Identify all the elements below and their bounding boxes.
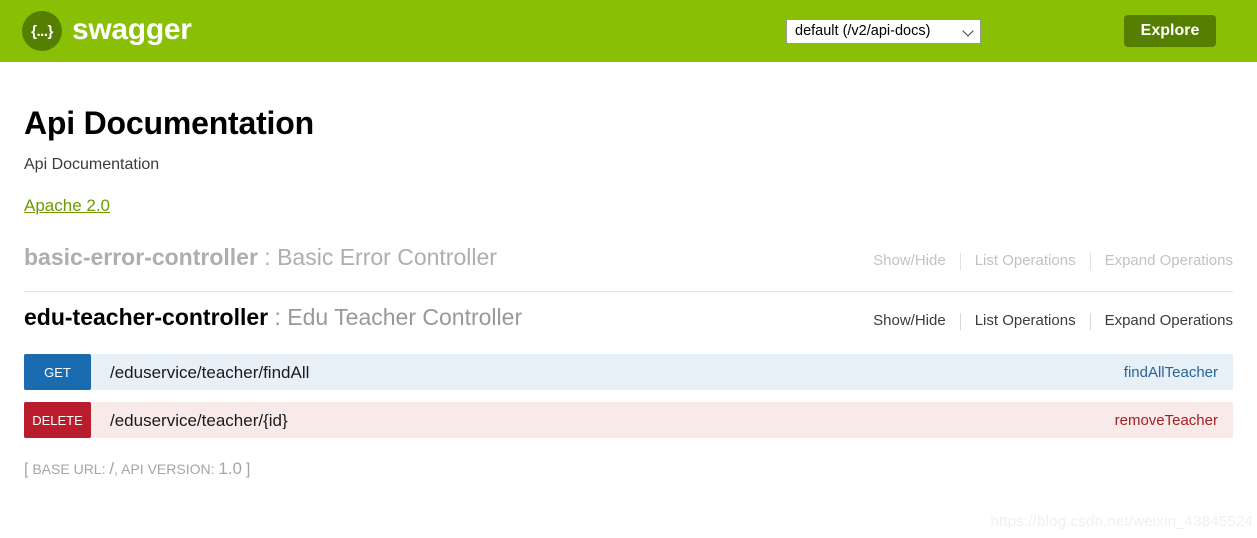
page-title: Api Documentation [24,105,314,141]
endpoint-list: GET /eduservice/teacher/findAll findAllT… [24,354,1233,439]
endpoint-path: /eduservice/teacher/findAll [110,363,310,381]
resource-edu-teacher-controller: edu-teacher-controller : Edu Teacher Con… [0,306,1257,439]
chevron-down-icon [963,26,974,37]
resource-header: edu-teacher-controller : Edu Teacher Con… [0,306,1257,346]
resource-description: Basic Error Controller [277,244,497,271]
main-content: Api Documentation Api Documentation Apac… [0,62,1257,478]
resource-name-link[interactable]: basic-error-controller [24,244,258,270]
resource-list: basic-error-controller : Basic Error Con… [0,246,1257,439]
resource-actions: Show/Hide List Operations Expand Operati… [859,252,1233,271]
resource-title: edu-teacher-controller : Edu Teacher Con… [24,306,522,329]
api-spec-select-value: default (/v2/api-docs) [795,24,931,39]
endpoint-row-get-findall[interactable]: GET /eduservice/teacher/findAll findAllT… [24,354,1233,391]
resource-header: basic-error-controller : Basic Error Con… [0,246,1257,286]
endpoint-nickname[interactable]: findAllTeacher [1124,365,1233,380]
expand-operations-link[interactable]: Expand Operations [1091,252,1233,271]
resource-name-link[interactable]: edu-teacher-controller [24,304,268,330]
resource-basic-error-controller: basic-error-controller : Basic Error Con… [0,246,1257,293]
base-url-label: BASE URL: [32,461,106,478]
resource-description: Edu Teacher Controller [287,304,523,331]
endpoint-nickname[interactable]: removeTeacher [1115,413,1233,428]
app-header: {...} swagger default (/v2/api-docs) Exp… [0,0,1257,62]
resource-divider [24,291,1233,293]
swagger-logo[interactable]: {...} swagger [22,11,192,51]
endpoint-row-delete-id[interactable]: DELETE /eduservice/teacher/{id} removeTe… [24,402,1233,439]
api-description: Api Documentation [24,156,160,174]
resource-actions: Show/Hide List Operations Expand Operati… [859,312,1233,331]
resource-title: basic-error-controller : Basic Error Con… [24,246,497,269]
swagger-braces-icon: {...} [22,11,62,51]
list-operations-link[interactable]: List Operations [961,312,1090,331]
footer-comma: , [114,461,118,478]
watermark: https://blog.csdn.net/weixin_43845524 [990,513,1253,530]
api-info: Api Documentation Api Documentation Apac… [0,62,1257,216]
resource-separator: : [257,244,278,271]
footer-close-bracket: ] [245,461,251,479]
http-method-badge: DELETE [24,402,91,439]
show-hide-link[interactable]: Show/Hide [859,252,960,271]
footer-open-bracket: [ [24,461,29,479]
endpoint-path: /eduservice/teacher/{id} [110,411,288,429]
explore-button[interactable]: Explore [1124,15,1216,47]
http-method-badge: GET [24,354,91,391]
expand-operations-link[interactable]: Expand Operations [1091,312,1233,331]
brand-title: swagger [72,13,192,46]
license-link[interactable]: Apache 2.0 [24,196,110,216]
api-footer-info: [ BASE URL: /, API VERSION: 1.0 ] [24,460,1233,478]
api-spec-select[interactable]: default (/v2/api-docs) [786,19,981,44]
resource-separator: : [268,304,288,331]
show-hide-link[interactable]: Show/Hide [859,312,960,331]
list-operations-link[interactable]: List Operations [961,252,1090,271]
api-version-label: API VERSION: [121,461,215,478]
api-version-value: 1.0 [218,459,243,479]
